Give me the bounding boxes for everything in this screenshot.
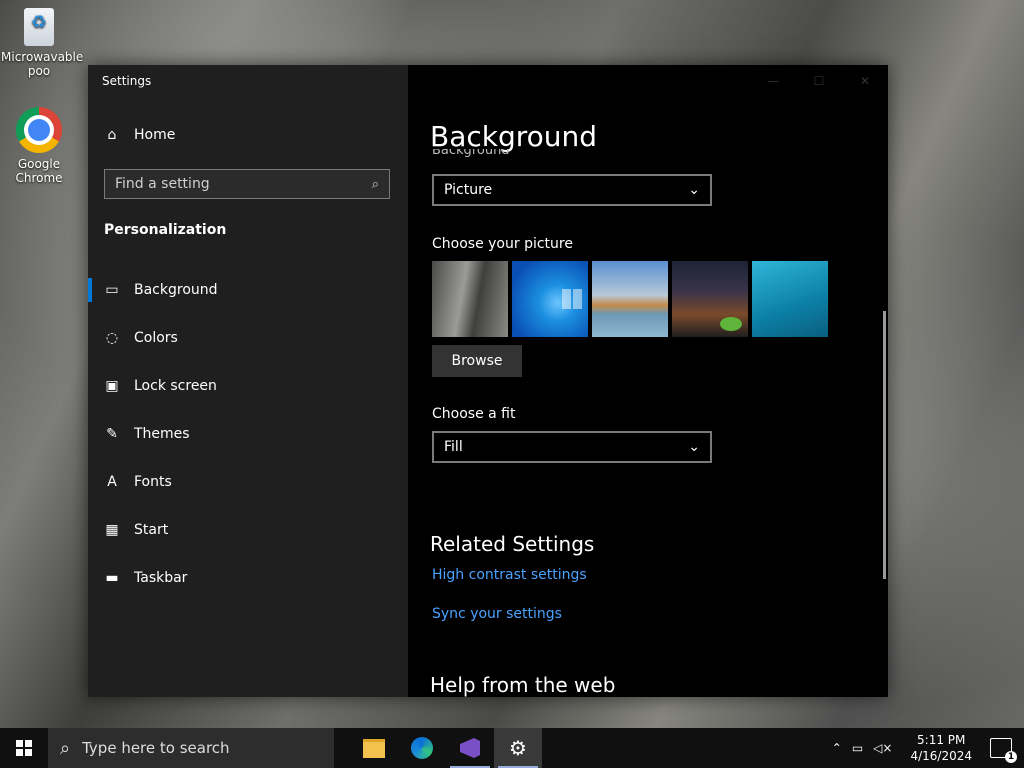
choose-fit-label: Choose a fit <box>432 406 516 422</box>
file-explorer-button[interactable] <box>350 728 398 768</box>
desktop-icon-label: Microwavable poo <box>1 50 84 78</box>
edge-icon <box>411 737 433 759</box>
sidebar-item-themes[interactable]: ✎ Themes <box>88 410 408 458</box>
windows-logo-icon <box>16 740 32 756</box>
sidebar-item-lock-screen[interactable]: ▣ Lock screen <box>88 362 408 410</box>
visual-studio-button[interactable] <box>446 728 494 768</box>
settings-window: Settings ⌂ Home Find a setting ⌕ Persona… <box>88 65 888 697</box>
chevron-down-icon: ⌄ <box>688 182 700 198</box>
dropdown-value: Picture <box>444 182 493 198</box>
notification-icon[interactable]: 1 <box>990 738 1017 763</box>
related-settings-title: Related Settings <box>430 532 595 556</box>
close-button[interactable]: ✕ <box>842 65 888 97</box>
sidebar-item-label: Taskbar <box>134 570 188 586</box>
chevron-down-icon: ⌄ <box>688 439 700 455</box>
window-title: Settings <box>102 74 152 88</box>
search-placeholder: Find a setting <box>115 176 210 192</box>
search-icon: ⌕ <box>60 737 71 759</box>
edge-button[interactable] <box>398 728 446 768</box>
minimize-button[interactable]: — <box>750 65 796 97</box>
taskbar-search[interactable]: ⌕ Type here to search <box>48 728 334 768</box>
themes-icon: ✎ <box>106 426 118 442</box>
palette-icon: ◌ <box>105 330 119 346</box>
gear-icon: ⚙ <box>509 736 527 760</box>
sidebar-item-colors[interactable]: ◌ Colors <box>88 314 408 362</box>
start-button[interactable] <box>0 728 48 768</box>
sidebar-item-taskbar[interactable]: ▬ Taskbar <box>88 554 408 602</box>
find-setting-input[interactable]: Find a setting ⌕ <box>104 169 390 199</box>
sidebar-item-label: Background <box>134 282 218 298</box>
start-icon: ▦ <box>105 522 119 538</box>
picture-thumbnails <box>432 261 828 337</box>
taskbar: ⌕ Type here to search ⚙ ⌃ ▭ ◁× 5:11 PM 4… <box>0 728 1024 768</box>
notification-count: 1 <box>1005 751 1017 763</box>
lock-screen-icon: ▣ <box>105 378 119 394</box>
desktop-icon-chrome[interactable]: Google Chrome <box>1 107 77 185</box>
taskbar-search-placeholder: Type here to search <box>82 739 230 757</box>
volume-muted-icon[interactable]: ◁× <box>873 741 892 755</box>
taskbar-icon: ▬ <box>105 570 119 586</box>
picture-thumbnail[interactable] <box>752 261 828 337</box>
sidebar-item-background[interactable]: ▭ Background <box>88 266 408 314</box>
sidebar-item-fonts[interactable]: A Fonts <box>88 458 408 506</box>
help-from-web-title: Help from the web <box>430 673 616 697</box>
picture-icon: ▭ <box>105 282 119 298</box>
network-icon[interactable]: ▭ <box>852 741 863 755</box>
sidebar-item-label: Colors <box>134 330 178 346</box>
sidebar: Settings ⌂ Home Find a setting ⌕ Persona… <box>88 65 408 697</box>
system-tray: ⌃ ▭ ◁× 5:11 PM 4/16/2024 1 <box>832 728 1024 768</box>
fonts-icon: A <box>107 474 117 490</box>
home-link[interactable]: ⌂ Home <box>104 127 176 143</box>
clock-date: 4/16/2024 <box>910 749 972 763</box>
clock[interactable]: 5:11 PM 4/16/2024 <box>910 732 972 764</box>
choose-picture-label: Choose your picture <box>432 236 573 252</box>
browse-button[interactable]: Browse <box>432 345 522 377</box>
chrome-icon <box>16 107 62 153</box>
sidebar-item-label: Themes <box>134 426 190 442</box>
sidebar-nav: ▭ Background ◌ Colors ▣ Lock screen ✎ Th… <box>88 266 408 602</box>
background-label-cut: Background <box>432 149 510 157</box>
picture-thumbnail[interactable] <box>512 261 588 337</box>
maximize-button[interactable]: ☐ <box>796 65 842 97</box>
clock-time: 5:11 PM <box>917 733 966 747</box>
sidebar-item-label: Start <box>134 522 169 538</box>
window-controls: — ☐ ✕ <box>750 65 888 97</box>
sync-settings-link[interactable]: Sync your settings <box>432 606 562 622</box>
picture-thumbnail[interactable] <box>432 261 508 337</box>
picture-thumbnail[interactable] <box>592 261 668 337</box>
high-contrast-link[interactable]: High contrast settings <box>432 567 587 583</box>
home-icon: ⌂ <box>107 127 117 143</box>
visual-studio-icon <box>460 738 480 758</box>
fit-dropdown[interactable]: Fill ⌄ <box>432 431 712 463</box>
sidebar-item-label: Lock screen <box>134 378 217 394</box>
desktop-icon-recycle-bin[interactable]: Microwavable poo <box>1 8 84 78</box>
desktop-icon-label: Google Chrome <box>15 157 63 185</box>
chevron-up-icon[interactable]: ⌃ <box>832 741 842 755</box>
settings-taskbar-button[interactable]: ⚙ <box>494 728 542 768</box>
background-type-dropdown[interactable]: Picture ⌄ <box>432 174 712 206</box>
sidebar-item-start[interactable]: ▦ Start <box>88 506 408 554</box>
search-icon: ⌕ <box>371 176 379 192</box>
recycle-bin-icon <box>24 8 54 46</box>
sidebar-item-label: Fonts <box>134 474 172 490</box>
dropdown-value: Fill <box>444 439 463 455</box>
home-label: Home <box>134 127 176 143</box>
main-content[interactable]: — ☐ ✕ Background Background Picture ⌄ Ch… <box>408 65 888 697</box>
scrollbar[interactable] <box>883 311 886 579</box>
folder-icon <box>363 738 385 758</box>
section-title: Personalization <box>104 222 227 238</box>
picture-thumbnail[interactable] <box>672 261 748 337</box>
